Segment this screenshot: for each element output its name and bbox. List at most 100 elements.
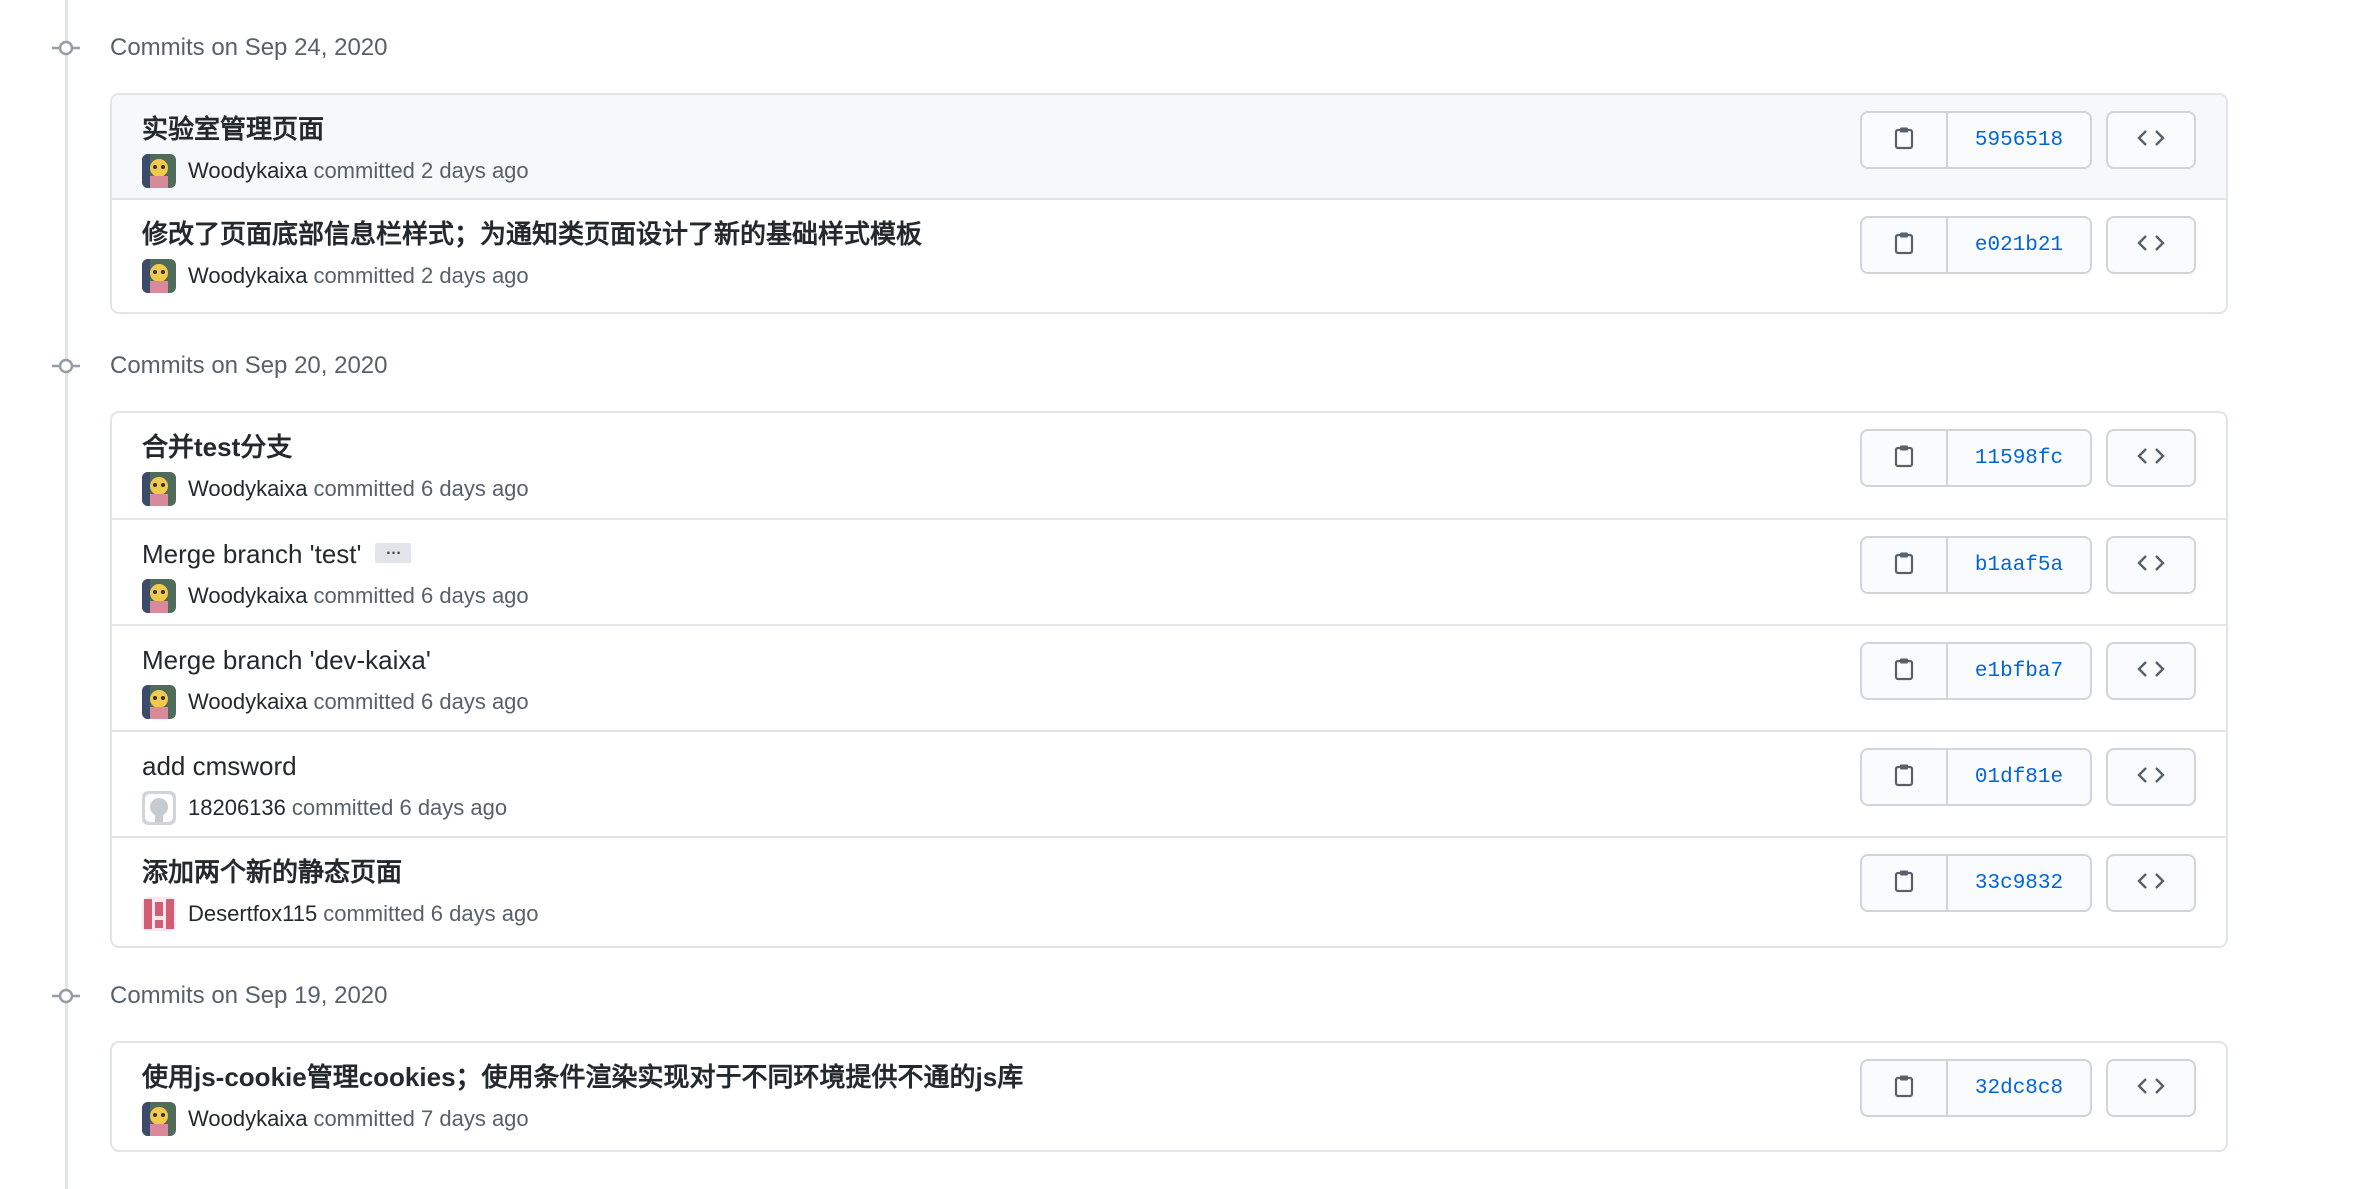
clippy-icon [1894, 551, 1914, 580]
commit-row: 添加两个新的静态页面 Desertfox115 committed 6 days… [112, 836, 2226, 942]
commit-list: 实验室管理页面 Woodykaixa committed 2 days ago … [110, 93, 2228, 314]
commit-sha-link[interactable]: e021b21 [1946, 216, 2092, 274]
commit-author[interactable]: 18206136 [188, 795, 286, 821]
copy-sha-button[interactable] [1860, 111, 1946, 169]
commit-group: Commits on Sep 19, 2020 [0, 972, 2240, 1020]
commit-actions: 5956518 [1860, 111, 2196, 169]
code-icon [2136, 233, 2166, 258]
code-icon [2136, 765, 2166, 790]
browse-repo-button[interactable] [2106, 642, 2196, 700]
commit-sha-link[interactable]: b1aaf5a [1946, 536, 2092, 594]
commit-author[interactable]: Woodykaixa [188, 158, 307, 184]
commit-row: 使用js-cookie管理cookies；使用条件渲染实现对于不同环境提供不通的… [112, 1043, 2226, 1146]
commit-meta: Woodykaixa committed 6 days ago [142, 578, 529, 614]
browse-repo-button[interactable] [2106, 216, 2196, 274]
commit-message-link[interactable]: add cmsword [142, 750, 297, 782]
browse-repo-button[interactable] [2106, 1059, 2196, 1117]
commit-sha-link[interactable]: 5956518 [1946, 111, 2092, 169]
copy-sha-button[interactable] [1860, 216, 1946, 274]
expand-message-button[interactable]: … [375, 542, 412, 564]
commit-time: committed 7 days ago [313, 1106, 529, 1131]
commit-message-link[interactable]: 合并test分支 [142, 431, 292, 463]
default-github-avatar[interactable] [142, 791, 176, 825]
commit-meta: Woodykaixa committed 2 days ago [142, 153, 529, 189]
commit-row: 实验室管理页面 Woodykaixa committed 2 days ago … [112, 95, 2226, 198]
commit-group-title: Commits on Sep 19, 2020 [110, 982, 388, 1009]
commit-sha-link[interactable]: 33c9832 [1946, 854, 2092, 912]
browse-repo-button[interactable] [2106, 748, 2196, 806]
commit-group-header: Commits on Sep 19, 2020 [0, 972, 2240, 1020]
clippy-icon [1894, 1074, 1914, 1103]
commit-row: add cmsword 18206136 committed 6 days ag… [112, 730, 2226, 836]
woody-avatar[interactable] [142, 154, 176, 188]
code-icon [2136, 1076, 2166, 1101]
commit-group-title: Commits on Sep 20, 2020 [110, 352, 388, 379]
commit-time: committed 6 days ago [323, 901, 539, 926]
copy-sha-button[interactable] [1860, 429, 1946, 487]
commit-message-link[interactable]: 修改了页面底部信息栏样式；为通知类页面设计了新的基础样式模板 [142, 218, 922, 250]
copy-sha-button[interactable] [1860, 854, 1946, 912]
copy-sha-button[interactable] [1860, 642, 1946, 700]
commit-author[interactable]: Woodykaixa [188, 476, 307, 502]
commit-author[interactable]: Woodykaixa [188, 689, 307, 715]
clippy-icon [1894, 444, 1914, 473]
commit-meta: Woodykaixa committed 6 days ago [142, 684, 529, 720]
commit-time: committed 6 days ago [291, 795, 508, 820]
woody-avatar[interactable] [142, 472, 176, 506]
woody-avatar[interactable] [142, 259, 176, 293]
commit-group-title: Commits on Sep 24, 2020 [110, 34, 388, 61]
commit-sha-link[interactable]: 11598fc [1946, 429, 2092, 487]
commit-message-link[interactable]: 使用js-cookie管理cookies；使用条件渲染实现对于不同环境提供不通的… [142, 1061, 1023, 1093]
commit-time: committed 2 days ago [313, 158, 529, 183]
clippy-icon [1894, 231, 1914, 260]
commit-message: Merge branch 'test' … [142, 538, 412, 570]
commit-list: 使用js-cookie管理cookies；使用条件渲染实现对于不同环境提供不通的… [110, 1041, 2228, 1152]
copy-sha-button[interactable] [1860, 1059, 1946, 1117]
browse-repo-button[interactable] [2106, 854, 2196, 912]
git-commit-icon [52, 354, 80, 378]
git-commit-icon [52, 984, 80, 1008]
commit-message-link[interactable]: Merge branch 'test' [142, 539, 361, 569]
woody-avatar[interactable] [142, 1102, 176, 1136]
commit-meta: Woodykaixa committed 7 days ago [142, 1101, 529, 1137]
commit-actions: b1aaf5a [1860, 536, 2196, 594]
commit-sha-link[interactable]: e1bfba7 [1946, 642, 2092, 700]
woody-avatar[interactable] [142, 579, 176, 613]
commit-meta: Woodykaixa committed 2 days ago [142, 258, 529, 294]
commit-actions: 33c9832 [1860, 854, 2196, 912]
commit-group-header: Commits on Sep 20, 2020 [0, 342, 2240, 390]
commit-actions: 32dc8c8 [1860, 1059, 2196, 1117]
commit-meta: 18206136 committed 6 days ago [142, 790, 507, 826]
commit-group: Commits on Sep 20, 2020 [0, 342, 2240, 390]
code-icon [2136, 128, 2166, 153]
commit-time: committed 6 days ago [313, 583, 529, 608]
copy-sha-button[interactable] [1860, 748, 1946, 806]
desertfox-avatar[interactable] [142, 897, 176, 931]
commit-row: 修改了页面底部信息栏样式；为通知类页面设计了新的基础样式模板 Woodykaix… [112, 198, 2226, 301]
woody-avatar[interactable] [142, 685, 176, 719]
code-icon [2136, 871, 2166, 896]
git-commit-icon [52, 36, 80, 60]
commit-sha-link[interactable]: 32dc8c8 [1946, 1059, 2092, 1117]
commit-author[interactable]: Desertfox115 [188, 901, 317, 927]
commit-author[interactable]: Woodykaixa [188, 263, 307, 289]
commit-actions: 11598fc [1860, 429, 2196, 487]
commit-message-link[interactable]: 添加两个新的静态页面 [142, 856, 402, 888]
browse-repo-button[interactable] [2106, 111, 2196, 169]
commit-author[interactable]: Woodykaixa [188, 1106, 307, 1132]
commit-actions: 01df81e [1860, 748, 2196, 806]
commit-time: committed 6 days ago [313, 476, 529, 501]
commit-time: committed 2 days ago [313, 263, 529, 288]
browse-repo-button[interactable] [2106, 429, 2196, 487]
commit-author[interactable]: Woodykaixa [188, 583, 307, 609]
clippy-icon [1894, 869, 1914, 898]
commit-row: Merge branch 'dev-kaixa' Woodykaixa comm… [112, 624, 2226, 730]
commit-actions: e1bfba7 [1860, 642, 2196, 700]
browse-repo-button[interactable] [2106, 536, 2196, 594]
commit-sha-link[interactable]: 01df81e [1946, 748, 2092, 806]
commit-meta: Woodykaixa committed 6 days ago [142, 471, 529, 507]
commit-actions: e021b21 [1860, 216, 2196, 274]
commit-message-link[interactable]: 实验室管理页面 [142, 113, 324, 145]
commit-message-link[interactable]: Merge branch 'dev-kaixa' [142, 644, 431, 676]
copy-sha-button[interactable] [1860, 536, 1946, 594]
